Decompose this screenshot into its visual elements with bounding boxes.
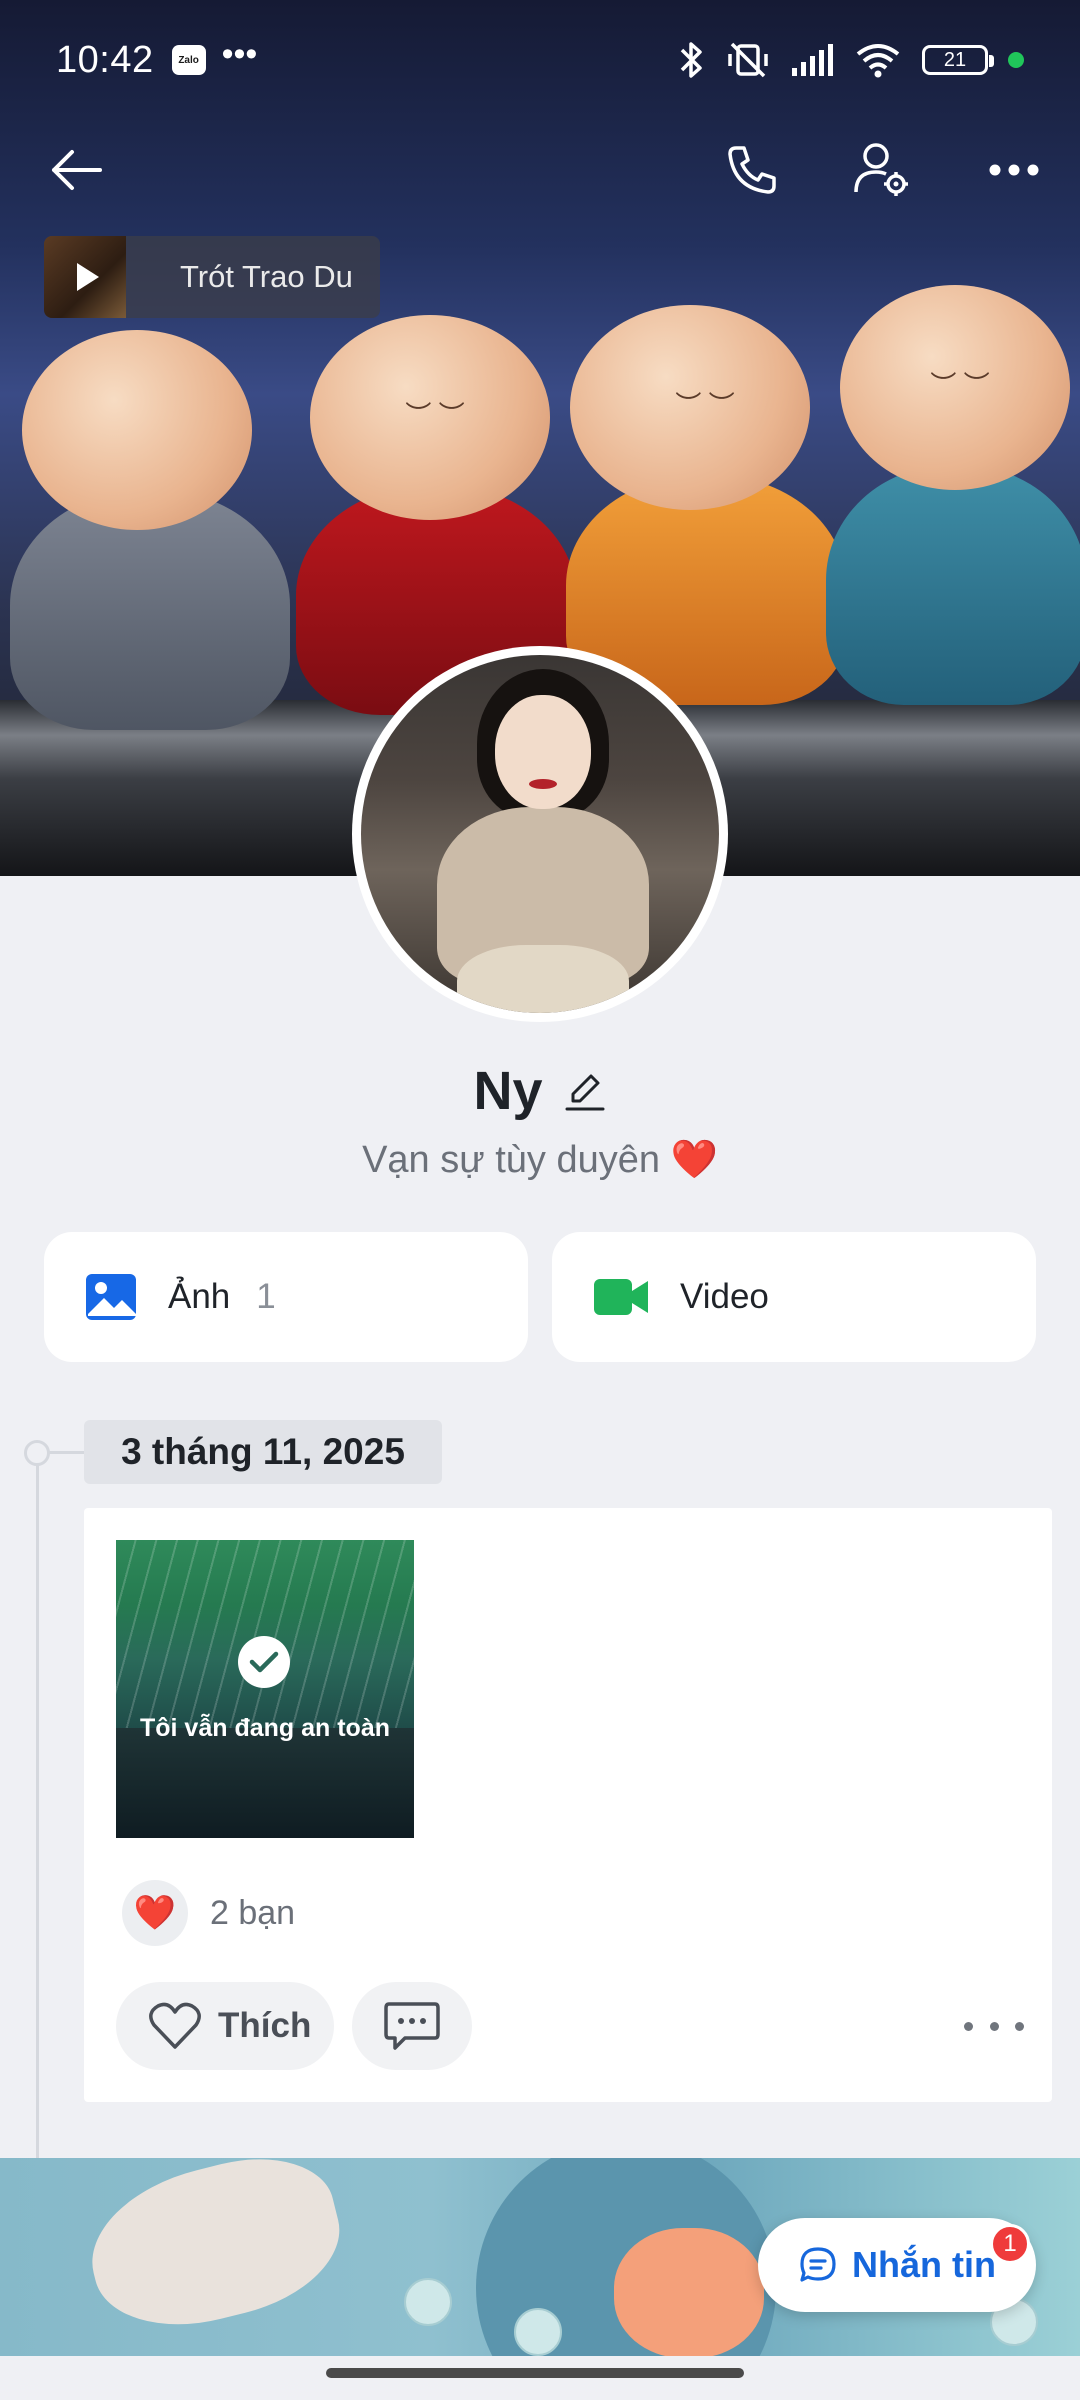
call-button[interactable] bbox=[712, 130, 792, 210]
dot bbox=[1015, 2021, 1024, 2031]
post-card: Tôi vẫn đang an toàn ❤️ 2 bạn Thích bbox=[84, 1508, 1052, 2102]
status-bar: 10:42 Zalo ••• 21 bbox=[0, 0, 1080, 120]
post-more-button[interactable] bbox=[964, 2004, 1024, 2048]
privacy-indicator-dot bbox=[1008, 52, 1024, 68]
avatar-photo bbox=[361, 655, 719, 1013]
image-icon bbox=[86, 1274, 136, 1320]
photos-button[interactable]: Ảnh 1 bbox=[44, 1232, 528, 1362]
profile-name-row: Ny bbox=[0, 1060, 1080, 1122]
heart-outline-icon bbox=[149, 2002, 201, 2049]
music-album-art bbox=[44, 236, 126, 318]
arrow-left-icon bbox=[52, 150, 102, 190]
like-label: Thích bbox=[218, 2006, 312, 2045]
top-toolbar bbox=[0, 120, 1080, 220]
vibrate-off-icon bbox=[728, 42, 768, 78]
edit-pencil-icon[interactable] bbox=[563, 1069, 607, 1113]
status-more-icon: ••• bbox=[221, 35, 258, 73]
avatar[interactable] bbox=[352, 646, 728, 1022]
reaction-emoji: ❤️ bbox=[133, 1894, 177, 1932]
profile-name: Ny bbox=[473, 1061, 543, 1121]
comment-button[interactable] bbox=[352, 1982, 472, 2070]
like-button[interactable]: Thích bbox=[116, 1982, 334, 2070]
post-image[interactable]: Tôi vẫn đang an toàn bbox=[116, 1540, 414, 1838]
check-icon bbox=[238, 1636, 290, 1688]
video-label: Video bbox=[680, 1277, 769, 1316]
more-options-button[interactable] bbox=[974, 130, 1054, 210]
chat-bubble-icon bbox=[800, 2247, 836, 2282]
battery-icon: 21 bbox=[922, 45, 994, 75]
video-camera-icon bbox=[594, 1279, 648, 1315]
profile-settings-button[interactable] bbox=[842, 130, 922, 210]
wifi-icon bbox=[856, 44, 900, 78]
video-button[interactable]: Video bbox=[552, 1232, 1036, 1362]
status-time: 10:42 bbox=[56, 38, 154, 81]
cover-figure-orange: ︶ ︶ bbox=[560, 305, 850, 705]
heart-reaction-icon[interactable]: ❤️ bbox=[122, 1880, 188, 1946]
user-settings-icon bbox=[854, 143, 908, 196]
post-image-caption: Tôi vẫn đang an toàn bbox=[139, 1714, 390, 1742]
back-button[interactable] bbox=[36, 130, 116, 210]
photos-label: Ảnh bbox=[168, 1277, 231, 1316]
phone-icon bbox=[728, 146, 776, 194]
timeline-node bbox=[24, 1440, 50, 1466]
dot bbox=[964, 2021, 973, 2031]
more-horizontal-icon bbox=[989, 164, 1039, 176]
zalo-notification-icon: Zalo bbox=[171, 45, 206, 75]
cover-figure-teal: ︶ ︶ bbox=[820, 285, 1080, 705]
timeline-date: 3 tháng 11, 2025 bbox=[84, 1420, 442, 1484]
signal-icon bbox=[792, 44, 833, 76]
profile-music-chip[interactable]: Trót Trao Du bbox=[44, 236, 380, 318]
home-indicator[interactable] bbox=[326, 2368, 744, 2378]
profile-bio: Vạn sự tùy duyên ❤️ bbox=[362, 1139, 718, 1181]
play-icon bbox=[77, 263, 99, 291]
comment-icon bbox=[384, 2002, 440, 2050]
music-title: Trót Trao Du bbox=[180, 259, 353, 294]
unread-badge: 1 bbox=[990, 2224, 1030, 2264]
photos-count: 1 bbox=[256, 1277, 276, 1316]
reaction-count[interactable]: 2 bạn bbox=[210, 1894, 295, 1933]
cover-figure-grey bbox=[0, 330, 290, 730]
timeline-connector bbox=[48, 1451, 84, 1454]
send-message-label: Nhắn tin bbox=[852, 2244, 996, 2285]
bottom-strip bbox=[0, 2356, 1080, 2400]
dot bbox=[989, 2021, 999, 2031]
bluetooth-icon bbox=[680, 42, 702, 78]
